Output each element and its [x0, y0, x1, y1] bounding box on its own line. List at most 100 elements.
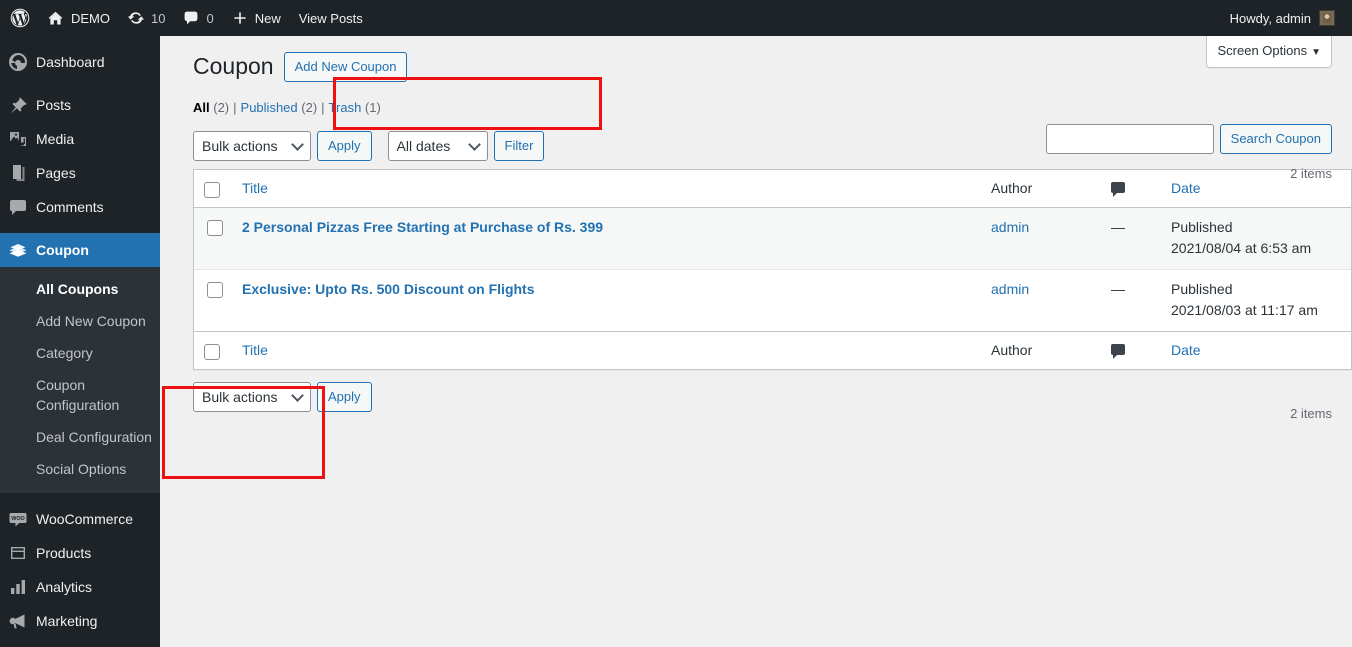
bulk-actions-select-wrap: Bulk actions [193, 131, 311, 161]
row-status: Published [1171, 219, 1233, 235]
row-title-cell: 2 Personal Pizzas Free Starting at Purch… [232, 208, 981, 269]
submenu-item-coupon-configuration[interactable]: Coupon Configuration [0, 369, 160, 421]
row-author-cell: admin [981, 269, 1101, 331]
comments-menu[interactable]: 0 [174, 0, 222, 36]
sidebar-label-media: Media [36, 131, 75, 147]
bulk-actions-select-top[interactable]: Bulk actions [193, 131, 311, 161]
row-status: Published [1171, 281, 1233, 297]
table-row: 2 Personal Pizzas Free Starting at Purch… [194, 208, 1351, 269]
sidebar-item-coupon[interactable]: Coupon [0, 233, 160, 267]
sidebar-item-products[interactable]: Products [0, 536, 160, 570]
row-actions-placeholder [242, 300, 971, 322]
dashboard-icon [0, 52, 36, 72]
view-all-link[interactable]: All [193, 100, 210, 115]
new-content-menu[interactable]: New [223, 0, 290, 36]
pin-icon [0, 95, 36, 115]
row-date-cell: Published 2021/08/04 at 6:53 am [1161, 208, 1351, 269]
view-trash[interactable]: Trash (1) [329, 95, 381, 121]
author-header-label-top: Author [991, 180, 1033, 197]
submenu-item-social-options[interactable]: Social Options [0, 453, 160, 485]
view-posts-menu[interactable]: View Posts [290, 0, 372, 36]
sort-title-link-top[interactable]: Title [242, 180, 268, 196]
site-name-menu[interactable]: DEMO [38, 0, 119, 36]
column-header-date-bottom[interactable]: Date [1161, 331, 1351, 369]
column-header-title-top[interactable]: Title [232, 170, 981, 208]
media-icon [0, 129, 36, 149]
apply-button-top[interactable]: Apply [317, 131, 372, 161]
home-icon [47, 10, 64, 27]
select-all-checkbox-top[interactable] [204, 181, 220, 198]
sidebar-item-analytics[interactable]: Analytics [0, 570, 160, 604]
dates-select-wrap: All dates [387, 131, 488, 161]
bulk-actions-select-bottom[interactable]: Bulk actions [193, 382, 311, 412]
comment-bubble-icon [183, 10, 199, 26]
admin-bar: DEMO 10 0 New View Posts Howdy, admin [0, 0, 1352, 36]
column-header-comments-top[interactable] [1101, 170, 1161, 208]
table-body: 2 Personal Pizzas Free Starting at Purch… [194, 208, 1351, 331]
sidebar-item-comments[interactable]: Comments [0, 190, 160, 224]
sort-title-link-bottom[interactable]: Title [242, 342, 268, 358]
table-row: Exclusive: Upto Rs. 500 Discount on Flig… [194, 269, 1351, 331]
sidebar-item-posts[interactable]: Posts [0, 88, 160, 122]
table-header-row: Title Author Date [194, 170, 1351, 208]
author-link[interactable]: admin [991, 219, 1029, 235]
admin-bar-right: Howdy, admin [1221, 0, 1352, 36]
sort-date-link-bottom[interactable]: Date [1171, 342, 1201, 358]
filter-button[interactable]: Filter [493, 131, 545, 161]
view-published[interactable]: Published (2) [241, 95, 318, 121]
wordpress-logo-menu[interactable] [0, 0, 38, 36]
sidebar-item-marketing[interactable]: Marketing [0, 604, 160, 638]
megaphone-icon [0, 611, 36, 631]
sidebar-item-woocommerce[interactable]: WOO WooCommerce [0, 502, 160, 536]
submenu-item-category[interactable]: Category [0, 337, 160, 369]
comments-dash: — [1111, 281, 1125, 297]
table-foot: Title Author Date [194, 331, 1351, 369]
site-name-label: DEMO [71, 10, 110, 26]
column-header-title-bottom[interactable]: Title [232, 331, 981, 369]
coupon-title-link[interactable]: Exclusive: Upto Rs. 500 Discount on Flig… [242, 281, 535, 297]
comments-count: 0 [206, 10, 214, 26]
add-new-coupon-button[interactable]: Add New Coupon [283, 52, 408, 82]
column-header-comments-bottom[interactable] [1101, 331, 1161, 369]
column-header-author-top: Author [981, 170, 1101, 208]
sidebar-label-products: Products [36, 545, 92, 561]
submenu-item-add-new-coupon[interactable]: Add New Coupon [0, 305, 160, 337]
date-filter-select[interactable]: All dates [387, 131, 488, 161]
coupon-submenu: All Coupons Add New Coupon Category Coup… [0, 267, 160, 493]
sidebar-item-pages[interactable]: Pages [0, 156, 160, 190]
submenu-item-deal-configuration[interactable]: Deal Configuration [0, 421, 160, 453]
author-link[interactable]: admin [991, 281, 1029, 297]
select-all-checkbox-bottom[interactable] [204, 343, 220, 360]
sidebar-item-dashboard[interactable]: Dashboard [0, 45, 160, 79]
select-all-header-bottom [194, 331, 232, 369]
admin-sidebar-menu: Dashboard Posts Media Pages Comments Cou… [0, 36, 160, 647]
row-date-cell: Published 2021/08/03 at 11:17 am [1161, 269, 1351, 331]
sort-date-link-top[interactable]: Date [1171, 180, 1201, 196]
column-header-author-bottom: Author [981, 331, 1101, 369]
bulk-actions-select-wrap-bottom: Bulk actions [193, 382, 311, 412]
view-published-link[interactable]: Published [241, 100, 298, 115]
view-trash-link[interactable]: Trash [329, 100, 362, 115]
apply-button-bottom[interactable]: Apply [317, 382, 372, 412]
my-account-menu[interactable]: Howdy, admin [1221, 0, 1344, 36]
view-all-count: (2) [213, 100, 230, 115]
pages-icon [0, 163, 36, 183]
updates-menu[interactable]: 10 [119, 0, 174, 36]
row-checkbox[interactable] [207, 282, 223, 299]
sidebar-label-coupon: Coupon [36, 242, 89, 258]
analytics-bars-icon [0, 577, 36, 597]
view-all[interactable]: All (2) [193, 95, 229, 121]
submenu-item-all-coupons[interactable]: All Coupons [0, 273, 160, 305]
comment-bubble-icon [1111, 344, 1125, 360]
row-comments-cell: — [1101, 269, 1161, 331]
status-views-list: All (2) | Published (2) | Trash (1) [193, 95, 1332, 121]
view-posts-label: View Posts [298, 10, 363, 26]
sidebar-item-media[interactable]: Media [0, 122, 160, 156]
menu-separator-1 [0, 79, 160, 88]
row-author-cell: admin [981, 208, 1101, 269]
menu-separator-4 [0, 638, 160, 647]
row-select-cell [194, 269, 232, 331]
coupon-title-link[interactable]: 2 Personal Pizzas Free Starting at Purch… [242, 219, 603, 235]
row-comments-cell: — [1101, 208, 1161, 269]
row-checkbox[interactable] [207, 220, 223, 237]
